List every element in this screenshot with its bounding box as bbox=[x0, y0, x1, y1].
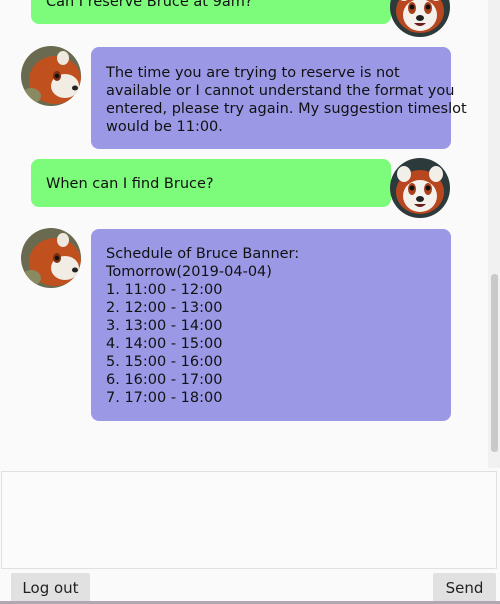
message-text: available or I cannot understand the for… bbox=[106, 83, 455, 99]
chat-scrollbar[interactable] bbox=[488, 0, 500, 468]
message-row-bot: Schedule of Bruce Banner: Tomorrow(2019-… bbox=[0, 228, 488, 423]
red-panda-side-icon bbox=[21, 46, 81, 106]
user-message-bubble: When can I find Bruce? bbox=[31, 159, 391, 207]
message-text: 6. 16:00 - 17:00 bbox=[106, 372, 223, 388]
chat-scrollbar-thumb[interactable] bbox=[491, 274, 498, 452]
message-text: The time you are trying to reserve is no… bbox=[106, 65, 400, 81]
chat-history: Can I reserve Bruce at 9am? The time you… bbox=[0, 0, 500, 468]
send-button[interactable]: Send bbox=[433, 573, 496, 603]
red-panda-side-icon bbox=[21, 228, 81, 288]
message-text: would be 11:00. bbox=[106, 119, 223, 135]
message-text: 4. 14:00 - 15:00 bbox=[106, 336, 223, 352]
red-panda-smiling-icon bbox=[390, 158, 450, 218]
user-message-bubble: Can I reserve Bruce at 9am? bbox=[31, 0, 391, 24]
message-text: Can I reserve Bruce at 9am? bbox=[46, 0, 253, 10]
message-input[interactable] bbox=[1, 471, 497, 569]
message-row-bot: The time you are trying to reserve is no… bbox=[0, 46, 488, 150]
message-text: 1. 11:00 - 12:00 bbox=[106, 282, 223, 298]
bot-message-bubble: The time you are trying to reserve is no… bbox=[91, 47, 467, 149]
bot-message-bubble: Schedule of Bruce Banner: Tomorrow(2019-… bbox=[91, 229, 451, 421]
message-text: 5. 15:00 - 16:00 bbox=[106, 354, 223, 370]
message-text: Schedule of Bruce Banner: bbox=[106, 246, 300, 262]
message-text: When can I find Bruce? bbox=[46, 176, 214, 192]
logout-button[interactable]: Log out bbox=[11, 573, 90, 603]
message-row-user: Can I reserve Bruce at 9am? bbox=[0, 0, 488, 50]
message-text: 2. 12:00 - 13:00 bbox=[106, 300, 223, 316]
message-text: Tomorrow(2019-04-04) bbox=[106, 264, 272, 280]
message-text: entered, please try again. My suggestion… bbox=[106, 101, 467, 117]
message-row-user: When can I find Bruce? bbox=[0, 158, 488, 220]
message-text: 3. 13:00 - 14:00 bbox=[106, 318, 223, 334]
message-text: 7. 17:00 - 18:00 bbox=[106, 390, 223, 406]
red-panda-smiling-icon bbox=[390, 0, 450, 37]
